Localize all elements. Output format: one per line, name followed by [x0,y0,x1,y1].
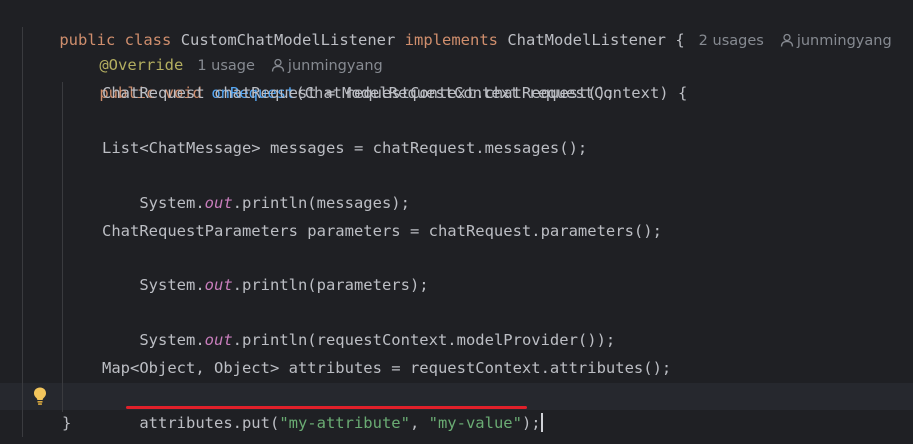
red-highlight-underline [126,406,527,409]
text-caret [540,413,543,432]
code-line-method-close[interactable]: } [62,410,71,437]
code-line-print-model-provider[interactable]: System.out.println(requestContext.modelP… [102,300,615,349]
lightbulb-icon[interactable] [32,386,48,406]
println-call: .println(messages); [232,194,410,212]
comma: , [409,414,429,432]
put-call: attributes.put( [139,414,280,432]
interface-name[interactable]: ChatModelListener [507,31,666,49]
code-line-class-declaration[interactable]: public class CustomChatModelListener imp… [22,0,891,49]
code-line-chat-request[interactable]: ChatRequest chatRequest = requestContext… [102,80,615,107]
user-icon [780,33,793,47]
code-line-messages[interactable]: List<ChatMessage> messages = chatRequest… [102,135,587,162]
author-hint[interactable]: junmingyang [780,33,892,49]
static-field-out: out [204,194,233,212]
string-my-value[interactable]: "my-value" [429,414,522,432]
static-field-out: out [204,331,233,349]
code-line-print-parameters[interactable]: System.out.println(parameters); [102,245,428,294]
code-line-print-messages[interactable]: System.out.println(messages); [102,163,410,212]
code-line-attributes[interactable]: Map<Object, Object> attributes = request… [102,355,671,382]
open-brace: { [675,31,685,49]
string-my-attribute[interactable]: "my-attribute" [279,414,410,432]
indent-guide [22,27,23,437]
call-close: ); [521,414,541,432]
println-call: .println(requestContext.modelProvider())… [232,331,616,349]
author-name: junmingyang [796,33,892,49]
usages-hint[interactable]: 2 usages [699,33,764,49]
println-call: .println(parameters); [232,276,429,294]
code-line-method-signature[interactable]: public void onRequest(ChatModelRequestCo… [62,53,687,102]
static-field-out: out [204,276,233,294]
code-line-parameters[interactable]: ChatRequestParameters parameters = chatR… [102,218,662,245]
system-class: System. [139,194,205,212]
code-line-override[interactable]: @Override 1 usage junmingyang [62,25,382,74]
system-class: System. [139,276,205,294]
code-editor[interactable]: public class CustomChatModelListener imp… [0,0,913,444]
keyword-implements: implements [404,31,498,49]
system-class: System. [139,331,205,349]
